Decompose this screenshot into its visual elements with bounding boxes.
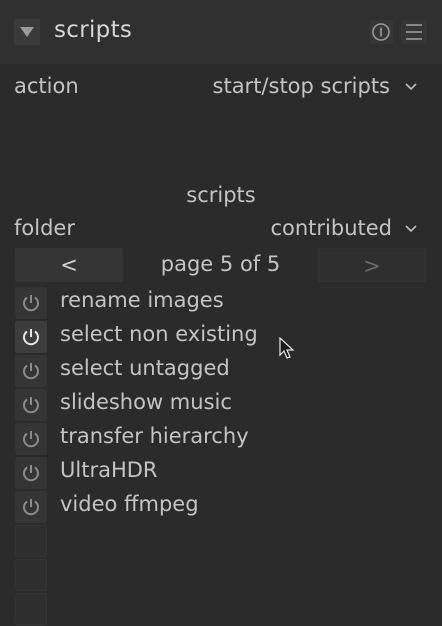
power-icon bbox=[23, 329, 39, 346]
section-title: scripts bbox=[186, 183, 256, 207]
hamburger-menu-icon bbox=[406, 24, 422, 40]
folder-label: folder bbox=[14, 216, 75, 240]
empty-script-slot bbox=[15, 559, 47, 591]
script-toggle-button[interactable] bbox=[15, 457, 47, 489]
folder-dropdown[interactable]: contributed bbox=[270, 216, 392, 240]
previous-page-button[interactable]: < bbox=[15, 248, 123, 282]
script-name: video ffmpeg bbox=[60, 492, 199, 516]
action-label: action bbox=[14, 74, 79, 98]
script-row[interactable]: slideshow music bbox=[15, 389, 415, 421]
script-row[interactable]: video ffmpeg bbox=[15, 491, 415, 523]
presets-button[interactable] bbox=[401, 20, 427, 44]
script-row[interactable]: select untagged bbox=[15, 355, 415, 387]
script-name: select untagged bbox=[60, 356, 230, 380]
script-toggle-button[interactable] bbox=[15, 389, 47, 421]
script-row[interactable]: transfer hierarchy bbox=[15, 423, 415, 455]
script-name: slideshow music bbox=[60, 390, 232, 414]
script-name: UltraHDR bbox=[60, 458, 158, 482]
power-icon bbox=[23, 295, 39, 312]
chevron-down-icon[interactable] bbox=[404, 224, 418, 234]
next-page-button[interactable]: > bbox=[318, 248, 426, 282]
module-title: scripts bbox=[54, 17, 133, 43]
chevron-down-icon[interactable] bbox=[404, 82, 418, 92]
empty-script-slot bbox=[15, 525, 47, 557]
power-icon bbox=[23, 397, 39, 414]
triangle-down-icon bbox=[20, 27, 34, 37]
script-toggle-button[interactable] bbox=[15, 321, 47, 353]
script-row[interactable]: rename images bbox=[15, 287, 415, 319]
script-row[interactable]: select non existing bbox=[15, 321, 415, 353]
script-name: transfer hierarchy bbox=[60, 424, 249, 448]
script-toggle-button[interactable] bbox=[15, 287, 47, 319]
script-name: select non existing bbox=[60, 322, 258, 346]
collapse-button[interactable] bbox=[14, 19, 40, 45]
power-icon bbox=[23, 431, 39, 448]
mouse-cursor-icon bbox=[279, 337, 295, 359]
action-dropdown[interactable]: start/stop scripts bbox=[213, 74, 390, 98]
page-indicator: page 5 of 5 bbox=[160, 252, 281, 276]
script-toggle-button[interactable] bbox=[15, 491, 47, 523]
scripts-module-panel: scripts action start/stop scripts script… bbox=[0, 0, 442, 626]
power-icon bbox=[23, 499, 39, 516]
script-row[interactable]: UltraHDR bbox=[15, 457, 415, 489]
script-toggle-button[interactable] bbox=[15, 355, 47, 387]
script-toggle-button[interactable] bbox=[15, 423, 47, 455]
power-icon bbox=[23, 465, 39, 482]
power-icon bbox=[23, 363, 39, 380]
module-header[interactable]: scripts bbox=[0, 0, 442, 64]
empty-script-slot bbox=[15, 593, 47, 625]
script-name: rename images bbox=[60, 288, 224, 312]
reset-circle-icon bbox=[372, 23, 390, 41]
reset-button[interactable] bbox=[369, 20, 393, 44]
